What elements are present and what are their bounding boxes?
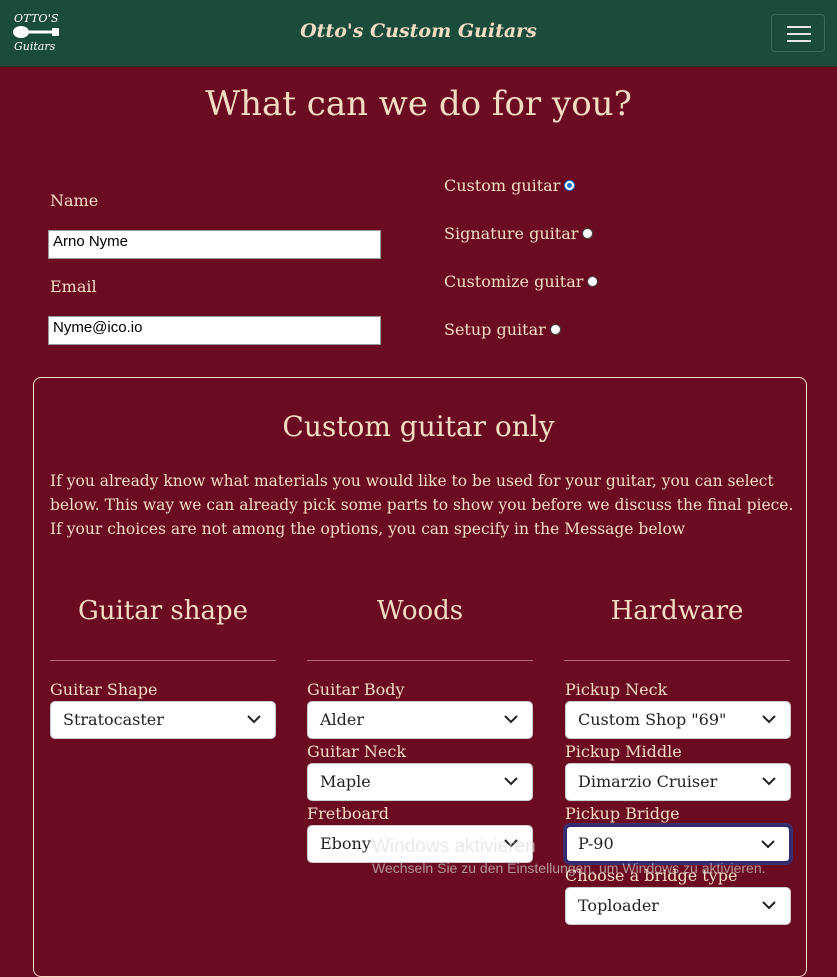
radio-button[interactable]	[564, 180, 576, 191]
guitar-shape-select[interactable]: Stratocaster	[50, 701, 276, 739]
select-value: Alder	[320, 710, 365, 729]
guitar-neck-select[interactable]: Maple	[307, 763, 533, 801]
select-value: Stratocaster	[63, 710, 164, 729]
card-description: If you already know what materials you w…	[50, 472, 794, 538]
heading-guitar-shape: Guitar shape	[77, 596, 249, 626]
divider	[564, 660, 790, 661]
brand-title[interactable]: Otto's Custom Guitars	[0, 20, 837, 42]
bridge-type-select[interactable]: Toploader	[565, 887, 791, 925]
email-label: Email	[50, 277, 97, 296]
name-label: Name	[50, 191, 99, 210]
chevron-down-icon	[762, 901, 776, 910]
pickup-bridge-label: Pickup Bridge	[565, 804, 680, 823]
chevron-down-icon	[761, 840, 775, 849]
heading-woods: Woods	[376, 596, 464, 626]
chevron-down-icon	[504, 777, 518, 786]
pickup-neck-label: Pickup Neck	[565, 680, 668, 699]
select-value: Dimarzio Cruiser	[578, 772, 718, 791]
guitar-shape-label: Guitar Shape	[50, 680, 158, 699]
heading-hardware: Hardware	[610, 596, 744, 626]
radio-button[interactable]	[582, 228, 594, 239]
windows-activation-watermark: Windows aktivieren	[372, 836, 536, 857]
menu-toggle-button[interactable]	[771, 14, 825, 52]
hamburger-icon	[787, 33, 811, 35]
select-value: Maple	[320, 772, 371, 791]
name-input[interactable]: Arno Nyme	[48, 230, 381, 259]
option-custom-guitar[interactable]: Custom guitar	[444, 176, 576, 195]
divider	[50, 660, 276, 661]
option-label: Custom guitar	[444, 176, 561, 195]
radio-button[interactable]	[587, 276, 599, 287]
chevron-down-icon	[762, 777, 776, 786]
guitar-neck-label: Guitar Neck	[307, 742, 407, 761]
pickup-neck-select[interactable]: Custom Shop "69"	[565, 701, 791, 739]
pickup-bridge-select[interactable]: P-90	[565, 825, 791, 863]
page-title: What can we do for you?	[205, 84, 632, 124]
select-value: Custom Shop "69"	[578, 710, 727, 729]
select-value: Toploader	[578, 896, 659, 915]
option-signature-guitar[interactable]: Signature guitar	[444, 224, 594, 243]
fretboard-label: Fretboard	[307, 804, 389, 823]
email-input[interactable]: Nyme@ico.io	[48, 316, 381, 345]
navbar: OTTO'S Guitars Otto's Custom Guitars	[0, 0, 837, 67]
option-customize-guitar[interactable]: Customize guitar	[444, 272, 599, 291]
radio-button[interactable]	[549, 324, 561, 335]
option-label: Customize guitar	[444, 272, 584, 291]
option-setup-guitar[interactable]: Setup guitar	[444, 320, 561, 339]
card-title: Custom guitar only	[282, 410, 555, 443]
chevron-down-icon	[504, 715, 518, 724]
chevron-down-icon	[247, 715, 261, 724]
guitar-body-label: Guitar Body	[307, 680, 405, 699]
select-value: Ebony	[320, 834, 371, 853]
hamburger-icon	[787, 26, 811, 28]
divider	[307, 660, 533, 661]
pickup-middle-label: Pickup Middle	[565, 742, 682, 761]
hamburger-icon	[787, 40, 811, 42]
pickup-middle-select[interactable]: Dimarzio Cruiser	[565, 763, 791, 801]
option-label: Signature guitar	[444, 224, 579, 243]
windows-activation-hint: Wechseln Sie zu den Einstellungen, um Wi…	[372, 860, 766, 876]
option-label: Setup guitar	[444, 320, 546, 339]
guitar-body-select[interactable]: Alder	[307, 701, 533, 739]
select-value: P-90	[578, 834, 614, 853]
chevron-down-icon	[762, 715, 776, 724]
